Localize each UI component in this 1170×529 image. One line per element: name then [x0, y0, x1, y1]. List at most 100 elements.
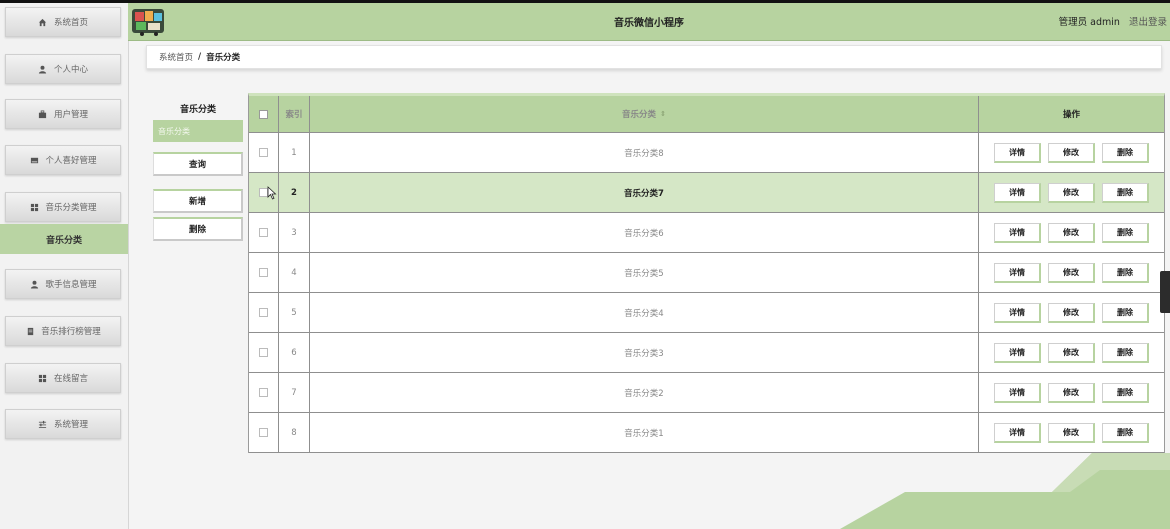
table-row[interactable]: 5 音乐分类4 详情 修改 删除 — [249, 293, 1164, 333]
home-icon — [38, 17, 48, 27]
search-button[interactable]: 查询 — [153, 152, 243, 176]
delete-button[interactable]: 删除 — [1102, 342, 1149, 363]
sidebar-item-users[interactable]: 用户管理 — [5, 99, 121, 129]
row-checkbox[interactable] — [259, 148, 268, 157]
table-row[interactable]: 8 音乐分类1 详情 修改 删除 — [249, 413, 1164, 453]
detail-button[interactable]: 详情 — [994, 382, 1041, 403]
row-index: 5 — [279, 293, 310, 332]
batch-delete-button[interactable]: 删除 — [153, 217, 243, 241]
sidebar-item-music-category-mgmt[interactable]: 音乐分类管理 — [5, 192, 121, 222]
sidebar-item-label: 歌手信息管理 — [45, 280, 97, 290]
detail-button[interactable]: 详情 — [994, 262, 1041, 283]
row-actions: 详情 修改 删除 — [979, 213, 1164, 252]
edit-button[interactable]: 修改 — [1048, 262, 1095, 283]
edit-button[interactable]: 修改 — [1048, 382, 1095, 403]
list-icon — [25, 326, 35, 336]
row-checkbox[interactable] — [259, 268, 268, 277]
edit-button[interactable]: 修改 — [1048, 302, 1095, 323]
row-checkbox[interactable] — [259, 428, 268, 437]
edit-button[interactable]: 修改 — [1048, 222, 1095, 243]
row-checkbox[interactable] — [259, 228, 268, 237]
sidebar-item-label: 音乐排行榜管理 — [41, 327, 101, 337]
breadcrumb-separator: / — [198, 52, 202, 62]
row-checkbox[interactable] — [259, 388, 268, 397]
mouse-cursor-icon — [267, 186, 277, 200]
row-category-name: 音乐分类4 — [310, 293, 979, 332]
row-actions: 详情 修改 删除 — [979, 413, 1164, 452]
sidebar-item-home[interactable]: 系统首页 — [5, 7, 121, 37]
sidebar-item-profile[interactable]: 个人中心 — [5, 54, 121, 84]
row-checkbox[interactable] — [259, 348, 268, 357]
row-category-name: 音乐分类5 — [310, 253, 979, 292]
detail-button[interactable]: 详情 — [994, 222, 1041, 243]
delete-button[interactable]: 删除 — [1102, 182, 1149, 203]
logout-link[interactable]: 退出登录 — [1129, 17, 1167, 28]
delete-button[interactable]: 删除 — [1102, 382, 1149, 403]
row-checkbox[interactable] — [259, 308, 268, 317]
table-row[interactable]: 3 音乐分类6 详情 修改 删除 — [249, 213, 1164, 253]
delete-button[interactable]: 删除 — [1102, 142, 1149, 163]
table-header: 索引 音乐分类 ⇕ 操作 — [249, 96, 1164, 133]
panel-active-item[interactable]: 音乐分类 — [153, 120, 243, 142]
sidebar-item-rankings[interactable]: 音乐排行榜管理 — [5, 316, 121, 346]
table-row[interactable]: 1 音乐分类8 详情 修改 删除 — [249, 133, 1164, 173]
breadcrumb-current: 音乐分类 — [206, 53, 241, 63]
row-index: 7 — [279, 373, 310, 412]
user-icon — [38, 64, 48, 74]
grid-icon — [38, 373, 48, 383]
sidebar-item-label: 系统首页 — [53, 18, 88, 28]
delete-button[interactable]: 删除 — [1102, 222, 1149, 243]
row-index: 2 — [279, 173, 310, 212]
detail-button[interactable]: 详情 — [994, 302, 1041, 323]
detail-button[interactable]: 详情 — [994, 182, 1041, 203]
edit-button[interactable]: 修改 — [1048, 182, 1095, 203]
sidebar-item-label: 个人中心 — [53, 65, 88, 75]
breadcrumb-home[interactable]: 系统首页 — [159, 51, 193, 63]
edit-button[interactable]: 修改 — [1048, 142, 1095, 163]
sidebar-item-messages[interactable]: 在线留言 — [5, 363, 121, 393]
sidebar-item-singers[interactable]: 歌手信息管理 — [5, 269, 121, 299]
header-user-area: 管理员 admin 退出登录 — [1059, 14, 1167, 28]
table-row[interactable]: 6 音乐分类3 详情 修改 删除 — [249, 333, 1164, 373]
row-category-name: 音乐分类2 — [310, 373, 979, 412]
user-icon — [29, 279, 39, 289]
edit-button[interactable]: 修改 — [1048, 422, 1095, 443]
grid-icon — [29, 202, 39, 212]
sidebar-item-label: 用户管理 — [53, 110, 88, 120]
table-row[interactable]: 2 音乐分类7 详情 修改 删除 — [249, 173, 1164, 213]
top-header: 音乐微信小程序 管理员 admin 退出登录 — [128, 3, 1170, 41]
row-category-name: 音乐分类8 — [310, 133, 979, 172]
sidebar-item-label: 个人喜好管理 — [45, 156, 97, 166]
row-actions: 详情 修改 删除 — [979, 173, 1164, 212]
card-icon — [29, 155, 39, 165]
row-index: 6 — [279, 333, 310, 372]
page-scroll-handle[interactable] — [1160, 271, 1170, 313]
category-table: 索引 音乐分类 ⇕ 操作 1 音乐分类8 详情 修改 删除 2 音乐分类7 详情 修改 删除 3 音乐… — [248, 93, 1165, 453]
edit-button[interactable]: 修改 — [1048, 342, 1095, 363]
add-button[interactable]: 新增 — [153, 189, 243, 213]
sort-icon[interactable]: ⇕ — [660, 110, 666, 118]
row-category-name: 音乐分类1 — [310, 413, 979, 452]
sliders-icon — [38, 419, 48, 429]
sidebar-item-preferences[interactable]: 个人喜好管理 — [5, 145, 121, 175]
row-index: 1 — [279, 133, 310, 172]
detail-button[interactable]: 详情 — [994, 142, 1041, 163]
sidebar-subitem-music-category[interactable]: 音乐分类 — [0, 224, 128, 254]
row-actions: 详情 修改 删除 — [979, 293, 1164, 332]
delete-button[interactable]: 删除 — [1102, 262, 1149, 283]
row-actions: 详情 修改 删除 — [979, 253, 1164, 292]
delete-button[interactable]: 删除 — [1102, 302, 1149, 323]
table-row[interactable]: 7 音乐分类2 详情 修改 删除 — [249, 373, 1164, 413]
sidebar-item-system[interactable]: 系统管理 — [5, 409, 121, 439]
select-all-checkbox[interactable] — [259, 109, 268, 119]
row-index: 8 — [279, 413, 310, 452]
column-category[interactable]: 音乐分类 ⇕ — [310, 96, 979, 132]
sidebar: 系统首页 个人中心 用户管理 个人喜好管理 音乐分类管理 音乐分类 歌手信息管理… — [0, 3, 129, 529]
sidebar-item-label: 系统管理 — [53, 420, 88, 430]
delete-button[interactable]: 删除 — [1102, 422, 1149, 443]
detail-button[interactable]: 详情 — [994, 422, 1041, 443]
row-category-name: 音乐分类3 — [310, 333, 979, 372]
table-row[interactable]: 4 音乐分类5 详情 修改 删除 — [249, 253, 1164, 293]
detail-button[interactable]: 详情 — [994, 342, 1041, 363]
column-ops: 操作 — [1062, 110, 1080, 120]
